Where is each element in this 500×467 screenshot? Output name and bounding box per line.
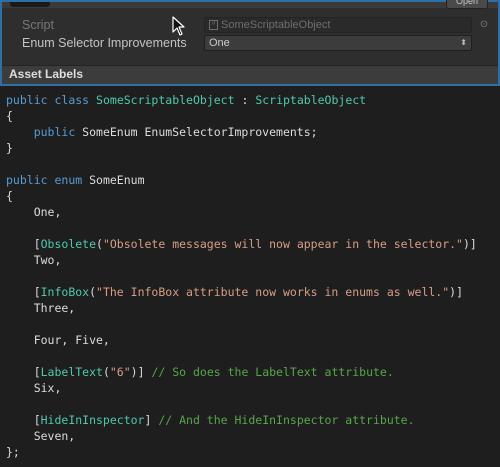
code-token: "The InfoBox attribute now works in enum… <box>96 285 450 299</box>
enum-row: Enum Selector Improvements One ⬍ <box>22 35 492 52</box>
code-token: ( <box>89 285 97 299</box>
code-snippet: public class SomeScriptableObject : Scri… <box>6 92 477 460</box>
code-token: Six, <box>6 381 62 395</box>
code-token: )] <box>449 285 463 299</box>
code-token: InfoBox <box>40 285 90 299</box>
code-token: ( <box>96 237 103 251</box>
code-line: public class SomeScriptableObject : Scri… <box>6 92 477 108</box>
code-token: )] <box>462 237 477 251</box>
code-token: One, <box>6 205 62 219</box>
code-token: ( <box>102 365 110 379</box>
code-token: public <box>6 93 48 107</box>
code-token: enum <box>54 173 83 187</box>
code-token: } <box>6 141 13 155</box>
code-line: [InfoBox("The InfoBox attribute now work… <box>6 284 477 300</box>
asset-labels-header[interactable]: Asset Labels <box>2 65 498 84</box>
script-file-icon: # <box>209 20 218 30</box>
code-token: // And the HideInInspector attribute. <box>158 413 415 427</box>
script-value: SomeScriptableObject <box>221 19 331 31</box>
code-line: } <box>6 140 477 156</box>
code-line: { <box>6 108 477 124</box>
code-token: HideInInspector <box>40 413 145 427</box>
code-token: )] <box>130 365 152 379</box>
inspector-panel: Open Script # SomeScriptableObject ⊙ Enum… <box>0 0 500 86</box>
code-token: [ <box>6 237 41 251</box>
code-token: "6" <box>109 365 131 379</box>
code-token: Obsolete <box>40 237 97 251</box>
code-line: Three, <box>6 300 477 316</box>
enum-dropdown[interactable]: One ⬍ <box>204 35 472 51</box>
script-row: Script # SomeScriptableObject ⊙ <box>22 17 492 34</box>
enum-dropdown-value: One <box>209 37 230 49</box>
code-token: Seven, <box>6 429 76 443</box>
code-token: [ <box>6 413 41 427</box>
code-token: class <box>54 93 90 107</box>
code-line: [Obsolete("Obsolete messages will now ap… <box>6 236 477 252</box>
script-label: Script <box>22 18 54 32</box>
header-strip: Open <box>2 0 498 9</box>
code-line: public SomeEnum EnumSelectorImprovements… <box>6 124 477 140</box>
code-token: : <box>234 93 256 107</box>
code-token: LabelText <box>40 365 103 379</box>
code-token: { <box>6 109 13 123</box>
code-token: Two, <box>6 253 62 267</box>
header-tab <box>10 2 50 7</box>
code-token: }; <box>6 445 20 459</box>
enum-selector-label: Enum Selector Improvements <box>22 36 187 50</box>
code-token: "Obsolete messages will now appear in th… <box>102 237 463 251</box>
code-token: SomeScriptableObject <box>96 93 235 107</box>
dropdown-arrows-icon: ⬍ <box>460 38 467 47</box>
code-token: ScriptableObject <box>255 93 367 107</box>
code-line: [LabelText("6")] // So does the LabelTex… <box>6 364 477 380</box>
code-token: public <box>33 125 76 139</box>
code-line: Two, <box>6 252 477 268</box>
code-token: ] <box>144 413 159 427</box>
code-line: Four, Five, <box>6 332 477 348</box>
script-field: # SomeScriptableObject ⊙ <box>204 17 488 33</box>
mouse-cursor-icon <box>172 16 185 36</box>
code-line: }; <box>6 444 477 460</box>
open-button[interactable]: Open <box>446 0 488 9</box>
code-token: { <box>6 189 13 203</box>
code-line: Six, <box>6 380 477 396</box>
code-line: Seven, <box>6 428 477 444</box>
code-token: public <box>6 173 48 187</box>
object-picker-icon[interactable]: ⊙ <box>477 18 491 32</box>
code-token: SomeEnum <box>82 173 145 187</box>
code-token: // So does the LabelText attribute. <box>151 365 394 379</box>
code-token: [ <box>6 365 41 379</box>
code-line: { <box>6 188 477 204</box>
code-token: Four, Five, <box>6 333 110 347</box>
code-line: [HideInInspector] // And the HideInInspe… <box>6 412 477 428</box>
code-line: public enum SomeEnum <box>6 172 477 188</box>
code-line: One, <box>6 204 477 220</box>
code-token: [ <box>6 285 41 299</box>
code-token: Three, <box>6 301 76 315</box>
code-token: SomeEnum EnumSelectorImprovements; <box>75 125 318 139</box>
